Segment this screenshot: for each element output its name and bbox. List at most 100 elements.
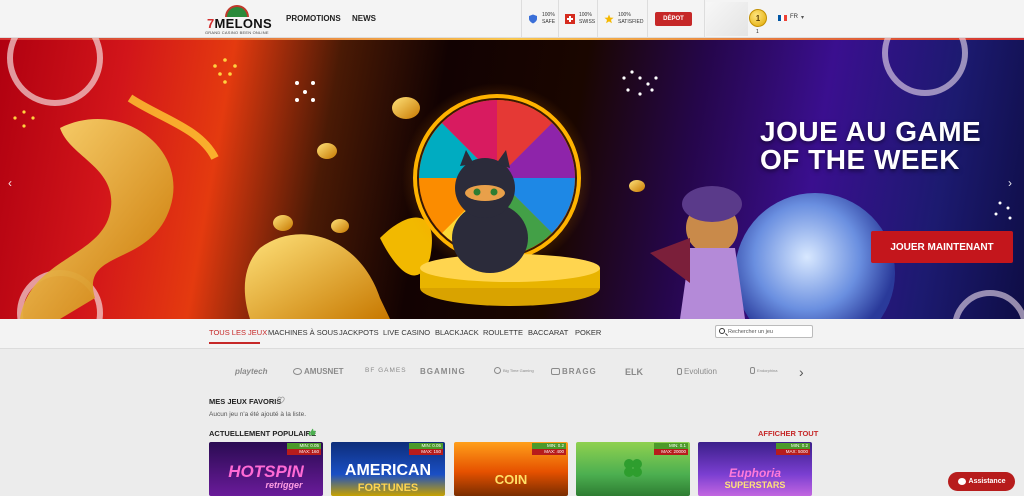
logo-text: 7MELONS	[207, 16, 272, 31]
provider-elk[interactable]: ELK	[625, 367, 643, 377]
assistance-label: Assistance	[968, 478, 1006, 485]
trust-safe-label: SAFE	[542, 19, 556, 25]
game-title: AMERICAN	[344, 462, 432, 479]
bet-limits: MIN: 0.2 MAX: 400	[532, 443, 566, 455]
nav-promotions[interactable]: PROMOTIONS	[286, 14, 341, 23]
provider-bfgames[interactable]: BF GAMES	[365, 367, 407, 374]
hero-title-line1: JOUE AU GAME	[760, 116, 982, 147]
france-flag-icon[interactable]	[778, 15, 787, 21]
header-divider	[647, 0, 648, 38]
game-card-clover[interactable]: MIN: 0.1 MAX: 20000	[576, 442, 690, 496]
heart-icon	[277, 396, 285, 404]
provider-amusnet[interactable]: AMUSNET	[293, 367, 344, 376]
chevron-right-icon[interactable]: ›	[1008, 176, 1012, 190]
coin-icon[interactable]: 1	[749, 9, 767, 27]
nav-news[interactable]: NEWS	[352, 14, 376, 23]
swiss-flag-icon	[565, 14, 575, 24]
show-all-link[interactable]: AFFICHER TOUT	[758, 429, 818, 438]
provider-label: playtech	[235, 367, 268, 376]
hero-banner[interactable]: JOUE AU GAME OF THE WEEK JOUER MAINTENAN…	[0, 38, 1024, 319]
favorites-empty-text: Aucun jeu n'a été ajouté à la liste.	[209, 411, 307, 418]
tab-poker[interactable]: POKER	[575, 328, 601, 337]
game-card-coin[interactable]: MIN: 0.2 MAX: 400 COIN	[454, 442, 568, 496]
evolution-logo-icon	[677, 368, 682, 375]
play-now-button[interactable]: JOUER MAINTENANT	[871, 231, 1013, 263]
provider-label: ELK	[625, 367, 643, 377]
game-card-euphoria[interactable]: MIN: 0.2 MAX: 5000 Euphoria SUPERSTARS	[698, 442, 812, 496]
hero-title-line2: OF THE WEEK	[760, 144, 960, 175]
gold-dots-decoration	[13, 58, 237, 128]
game-title: COIN	[494, 472, 528, 487]
endorphina-logo-icon	[750, 367, 755, 374]
tab-live-casino[interactable]: LIVE CASINO	[383, 328, 430, 337]
max-bet: MAX: 400	[532, 449, 566, 455]
chevron-right-icon[interactable]: ›	[799, 364, 804, 380]
btg-logo-icon	[494, 367, 501, 374]
star-icon	[604, 14, 614, 24]
provider-btg[interactable]: Big Time Gaming	[494, 367, 534, 374]
bet-limits: MIN: 0.05 MAX: 160	[287, 443, 321, 455]
game-subtitle: retrigger	[265, 480, 303, 490]
game-title: Euphoria	[728, 466, 781, 480]
game-card-american-fortunes[interactable]: MIN: 0.05 MAX: 150 AMERICAN FORTUNES	[331, 442, 445, 496]
golden-fish-illustration	[244, 234, 390, 319]
trust-swiss-label: SWISS	[579, 19, 596, 25]
game-subtitle: FORTUNES	[357, 482, 419, 494]
bet-limits: MIN: 0.2 MAX: 5000	[776, 443, 810, 455]
game-search[interactable]	[715, 325, 813, 338]
tab-baccarat[interactable]: BACCARAT	[528, 328, 568, 337]
provider-label: AMUSNET	[304, 367, 344, 376]
coin-count: 1	[756, 29, 759, 35]
search-input[interactable]	[728, 327, 810, 337]
chevron-down-icon[interactable]: ▾	[801, 14, 804, 21]
provider-bgaming[interactable]: BGAMING	[420, 367, 466, 376]
provider-label: Endorphina	[757, 368, 778, 373]
casino-chip-icon	[7, 38, 103, 106]
clover-icon	[624, 459, 642, 477]
bet-limits: MIN: 0.1 MAX: 20000	[654, 443, 688, 455]
logo-tagline: GRAND CASINO BEEN ONLINE	[205, 30, 269, 35]
header-divider	[704, 0, 705, 38]
trust-safe-value: 100%	[542, 12, 555, 18]
provider-label: BGAMING	[420, 367, 466, 376]
amusnet-logo-icon	[293, 368, 302, 375]
site-header: 7MELONS GRAND CASINO BEEN ONLINE PROMOTI…	[0, 0, 1024, 38]
max-bet: MAX: 5000	[776, 449, 810, 455]
trust-swiss: 100% SWISS	[558, 0, 601, 38]
deposit-button[interactable]: DÉPOT	[655, 12, 692, 26]
casino-chip-icon	[882, 38, 968, 96]
game-subtitle: SUPERSTARS	[724, 480, 786, 490]
trust-safe: 100% SAFE	[521, 0, 561, 38]
category-tabs: TOUS LES JEUX MACHINES À SOUS JACKPOTS L…	[0, 319, 1024, 349]
tab-jackpots[interactable]: JACKPOTS	[339, 328, 379, 337]
provider-bragg[interactable]: BRAGG	[551, 367, 597, 376]
popular-title: ACTUELLEMENT POPULAIRE	[209, 429, 317, 438]
tab-roulette[interactable]: ROULETTE	[483, 328, 523, 337]
dragon-illustration	[20, 119, 174, 319]
shield-icon	[529, 14, 537, 24]
provider-strip: playtech AMUSNET BF GAMES BGAMING Big Ti…	[0, 350, 1024, 392]
site-logo[interactable]: 7MELONS GRAND CASINO BEEN ONLINE	[205, 5, 275, 35]
provider-endorphina[interactable]: Endorphina	[750, 367, 777, 374]
provider-evolution[interactable]: Evolution	[677, 367, 717, 376]
trust-satisfied-value: 100%	[618, 12, 631, 18]
game-card-hotspin[interactable]: MIN: 0.05 MAX: 160 HOTSPIN retrigger	[209, 442, 323, 496]
bragg-logo-icon	[551, 368, 560, 375]
provider-label: BRAGG	[562, 367, 597, 376]
trust-satisfied: 100% SATISFIED	[597, 0, 649, 38]
favorites-title: MES JEUX FAVORIS	[209, 397, 282, 406]
avatar[interactable]	[706, 2, 748, 36]
max-bet: MAX: 150	[409, 449, 443, 455]
active-tab-indicator	[209, 342, 260, 344]
max-bet: MAX: 20000	[654, 449, 688, 455]
thumbs-up-icon	[308, 428, 316, 436]
provider-playtech[interactable]: playtech	[235, 367, 267, 376]
tab-blackjack[interactable]: BLACKJACK	[435, 328, 479, 337]
tab-all-games[interactable]: TOUS LES JEUX	[209, 328, 267, 337]
language-selector[interactable]: FR	[790, 14, 798, 20]
chat-bubble-icon	[957, 478, 966, 485]
assistance-button[interactable]: Assistance	[948, 472, 1015, 491]
chevron-left-icon[interactable]: ‹	[8, 176, 12, 190]
tab-slots[interactable]: MACHINES À SOUS	[268, 328, 338, 337]
provider-label: BF GAMES	[365, 367, 407, 374]
